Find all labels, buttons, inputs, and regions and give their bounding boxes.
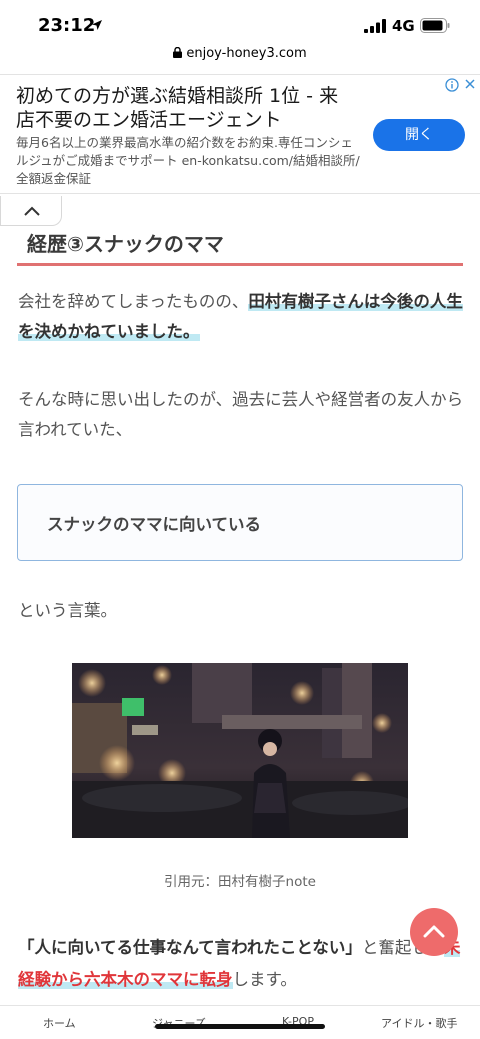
paragraph-1: 会社を辞めてしまったものの、田村有樹子さんは今後の人生を決めかねていました。 <box>18 287 464 347</box>
close-icon[interactable] <box>464 78 476 90</box>
ad-open-button[interactable]: 開く <box>373 119 465 151</box>
ad-description: 毎月6名以上の業界最高水準の紹介数をお約束.専任コンシェルジュがご成婚までサポー… <box>16 135 360 186</box>
info-icon[interactable] <box>445 78 459 92</box>
nav-item-idol[interactable]: アイドル・歌手 <box>381 1015 457 1031</box>
nav-item-home[interactable]: ホーム <box>43 1015 76 1031</box>
scroll-to-top-button[interactable] <box>410 908 458 956</box>
bottom-nav: ホーム ジャニーズ K-POP アイドル・歌手 <box>0 1005 480 1039</box>
paragraph-3: という言葉。 <box>18 601 117 620</box>
ad-collapse-tab[interactable] <box>0 196 62 226</box>
paragraph-4: 「人に向いてる仕事なんて言われたことない」と奮起して未経験から六本木のママに転身… <box>18 932 464 996</box>
paragraph-4-end: します。 <box>232 970 297 989</box>
status-bar: 23:12 4G <box>0 0 480 44</box>
paragraph-1-text: 会社を辞めてしまったものの、 <box>18 292 249 311</box>
chevron-up-icon <box>423 925 445 938</box>
url-text: enjoy-honey3.com <box>186 46 307 61</box>
heading-underline <box>17 263 463 266</box>
section-heading: 経歴③スナックのママ <box>27 232 224 256</box>
paragraph-2: そんな時に思い出したのが、過去に芸人や経営者の友人から言われていた、 <box>18 390 464 439</box>
article-photo <box>72 663 408 838</box>
paragraph-4-quote: 「人に向いてる仕事なんて言われたことない」 <box>18 938 362 957</box>
location-arrow-icon <box>92 20 102 30</box>
signal-icon <box>364 19 386 33</box>
lock-icon <box>173 47 183 58</box>
photo-caption: 引用元：田村有樹子note <box>164 874 316 890</box>
chevron-up-icon <box>24 206 40 216</box>
address-bar[interactable]: enjoy-honey3.com <box>0 46 480 68</box>
quote-box: スナックのママに向いている <box>17 484 463 561</box>
screen: 23:12 4G enjoy-honey3.com 初めての方が選ぶ結婚相談所 … <box>0 0 480 1039</box>
night-city-photo <box>72 663 408 838</box>
network-type: 4G <box>392 17 415 35</box>
ad-banner[interactable]: 初めての方が選ぶ結婚相談所 1位 - 来店不要のエン婚活エージェント 毎月6名以… <box>0 74 480 194</box>
quote-box-text: スナックのママに向いている <box>47 515 262 534</box>
ad-headline[interactable]: 初めての方が選ぶ結婚相談所 1位 - 来店不要のエン婚活エージェント <box>16 84 356 132</box>
battery-icon <box>420 18 450 33</box>
clock: 23:12 <box>38 15 96 36</box>
home-indicator[interactable] <box>155 1024 325 1029</box>
